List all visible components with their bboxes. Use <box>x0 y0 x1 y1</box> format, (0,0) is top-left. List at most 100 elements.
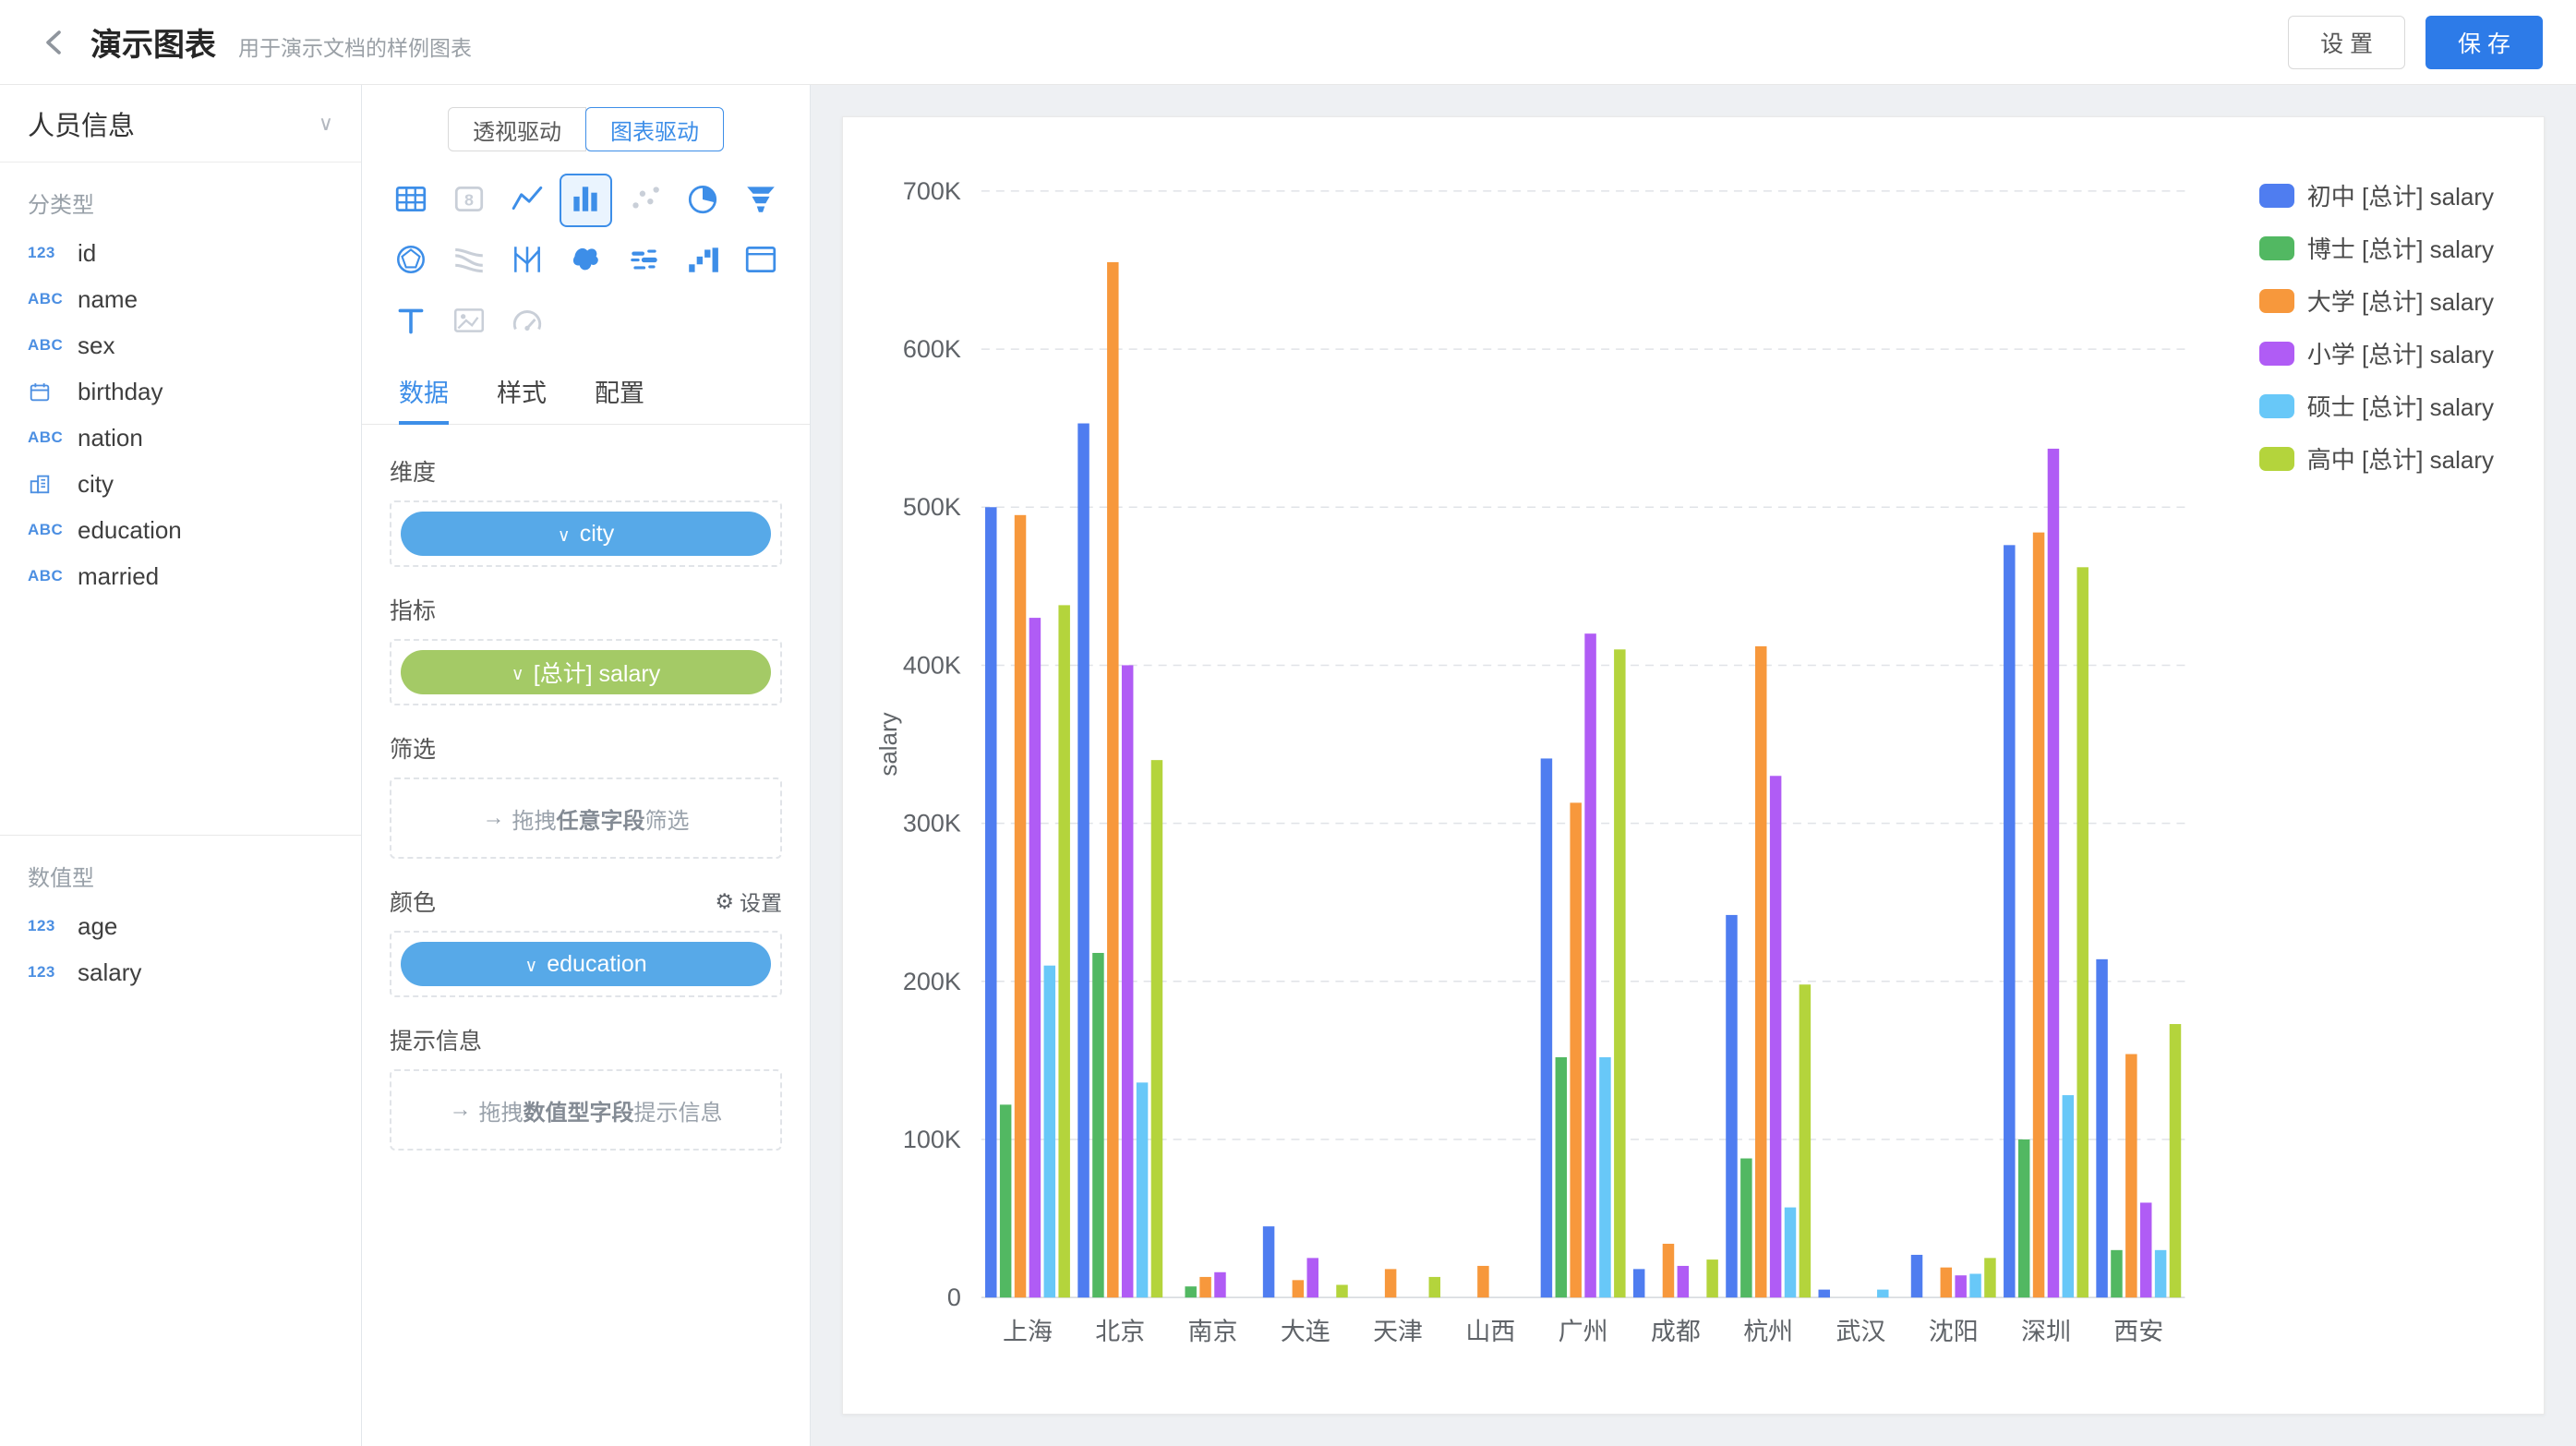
bar[interactable] <box>2063 1095 2074 1297</box>
bar[interactable] <box>1755 646 1766 1297</box>
bar[interactable] <box>1058 605 1069 1297</box>
dataset-selector[interactable]: 人员信息 ∨ <box>0 85 361 163</box>
bar[interactable] <box>1429 1277 1440 1297</box>
color-settings-link[interactable]: 设置 <box>715 886 782 917</box>
bar[interactable] <box>1984 1258 1995 1297</box>
bar[interactable] <box>2076 567 2088 1297</box>
bar[interactable] <box>2155 1250 2166 1297</box>
bar[interactable] <box>1556 1057 1567 1297</box>
color-pill-education[interactable]: education <box>401 942 771 986</box>
mode-tab-pivot[interactable]: 透视驱动 <box>448 107 586 151</box>
chart-type-pie-chart[interactable] <box>676 174 728 227</box>
bar[interactable] <box>1185 1286 1196 1297</box>
chart-type-map-chart[interactable] <box>560 235 612 288</box>
tooltip-dropzone[interactable]: 拖拽 数值型字段 提示信息 <box>390 1069 782 1151</box>
bar[interactable] <box>1122 665 1133 1297</box>
bar[interactable] <box>1770 776 1781 1297</box>
bar[interactable] <box>2170 1024 2181 1297</box>
color-dropzone[interactable]: education <box>390 931 782 997</box>
bar[interactable] <box>1307 1258 1318 1297</box>
bar[interactable] <box>1336 1284 1347 1297</box>
bar[interactable] <box>1263 1226 1274 1297</box>
bar[interactable] <box>1541 758 1552 1297</box>
legend-item[interactable]: 初中 [总计] salary <box>2259 178 2494 212</box>
bar[interactable] <box>2111 1250 2122 1297</box>
chart-type-line-chart[interactable] <box>501 174 554 227</box>
bar[interactable] <box>1941 1268 1952 1298</box>
chart-type-scatter-chart[interactable] <box>618 174 670 227</box>
panel-tab-config[interactable]: 配置 <box>571 358 668 424</box>
bar[interactable] <box>1785 1208 1796 1298</box>
bar[interactable] <box>1137 1082 1148 1297</box>
bar[interactable] <box>1199 1277 1210 1297</box>
field-education[interactable]: ABCeducation <box>0 507 361 553</box>
field-sex[interactable]: ABCsex <box>0 322 361 368</box>
bar[interactable] <box>2096 959 2107 1297</box>
dimension-pill-city[interactable]: city <box>401 512 771 556</box>
panel-tab-data[interactable]: 数据 <box>375 358 473 424</box>
legend-item[interactable]: 博士 [总计] salary <box>2259 231 2494 265</box>
legend-item[interactable]: 大学 [总计] salary <box>2259 283 2494 318</box>
bar[interactable] <box>1092 953 1103 1297</box>
field-age[interactable]: 123age <box>0 903 361 949</box>
field-nation[interactable]: ABCnation <box>0 415 361 461</box>
bar[interactable] <box>1385 1269 1396 1297</box>
filter-dropzone[interactable]: 拖拽 任意字段 筛选 <box>390 777 782 859</box>
bar[interactable] <box>1819 1290 1830 1298</box>
metric-pill-salary[interactable]: [总计] salary <box>401 650 771 694</box>
field-city[interactable]: city <box>0 461 361 507</box>
bar[interactable] <box>1740 1159 1751 1298</box>
back-button[interactable] <box>33 21 76 64</box>
bar[interactable] <box>1584 633 1595 1297</box>
bar[interactable] <box>1000 1104 1011 1297</box>
bar[interactable] <box>2018 1139 2029 1297</box>
bar[interactable] <box>2033 533 2044 1298</box>
settings-button[interactable]: 设 置 <box>2288 16 2405 69</box>
mode-tab-chart[interactable]: 图表驱动 <box>585 107 724 151</box>
chart-type-radar-chart[interactable] <box>384 235 437 288</box>
metric-dropzone[interactable]: [总计] salary <box>390 639 782 705</box>
bar[interactable] <box>1911 1255 1922 1297</box>
chart-type-image-chart[interactable] <box>442 295 495 349</box>
chart-type-number-card-chart[interactable]: 8 <box>442 174 495 227</box>
bar[interactable] <box>1969 1274 1980 1298</box>
bar[interactable] <box>1955 1275 1966 1297</box>
bar[interactable] <box>2140 1202 2151 1297</box>
bar[interactable] <box>1633 1269 1644 1297</box>
bar[interactable] <box>985 507 996 1297</box>
field-married[interactable]: ABCmarried <box>0 553 361 599</box>
chart-type-bar-chart[interactable] <box>560 174 612 227</box>
chart-type-wordcloud-chart[interactable] <box>618 235 670 288</box>
dimension-dropzone[interactable]: city <box>390 500 782 567</box>
chart-type-table-chart[interactable] <box>384 174 437 227</box>
bar[interactable] <box>1029 618 1041 1297</box>
bar[interactable] <box>1678 1266 1689 1297</box>
bar[interactable] <box>1599 1057 1610 1297</box>
bar[interactable] <box>1726 915 1737 1297</box>
bar[interactable] <box>1015 515 1026 1297</box>
bar[interactable] <box>1614 649 1625 1297</box>
bar[interactable] <box>1663 1244 1674 1297</box>
chart-type-iframe-chart[interactable] <box>735 235 788 288</box>
bar[interactable] <box>1077 424 1089 1298</box>
legend-item[interactable]: 硕士 [总计] salary <box>2259 389 2494 423</box>
field-id[interactable]: 123id <box>0 230 361 276</box>
bar[interactable] <box>1151 760 1162 1297</box>
chart-type-gauge-chart[interactable] <box>501 295 554 349</box>
legend-item[interactable]: 小学 [总计] salary <box>2259 336 2494 370</box>
legend-item[interactable]: 高中 [总计] salary <box>2259 441 2494 476</box>
field-birthday[interactable]: birthday <box>0 368 361 415</box>
bar[interactable] <box>2125 1054 2137 1298</box>
bar[interactable] <box>1293 1280 1304 1297</box>
chart-type-sankey-chart[interactable] <box>442 235 495 288</box>
chart-type-text-chart[interactable] <box>384 295 437 349</box>
bar[interactable] <box>1477 1266 1488 1297</box>
bar[interactable] <box>1706 1259 1717 1297</box>
bar[interactable] <box>1570 802 1581 1297</box>
bar[interactable] <box>2004 545 2015 1297</box>
bar[interactable] <box>1214 1272 1225 1297</box>
bar[interactable] <box>1107 262 1118 1297</box>
field-salary[interactable]: 123salary <box>0 949 361 995</box>
bar[interactable] <box>1877 1290 1888 1298</box>
field-name[interactable]: ABCname <box>0 276 361 322</box>
